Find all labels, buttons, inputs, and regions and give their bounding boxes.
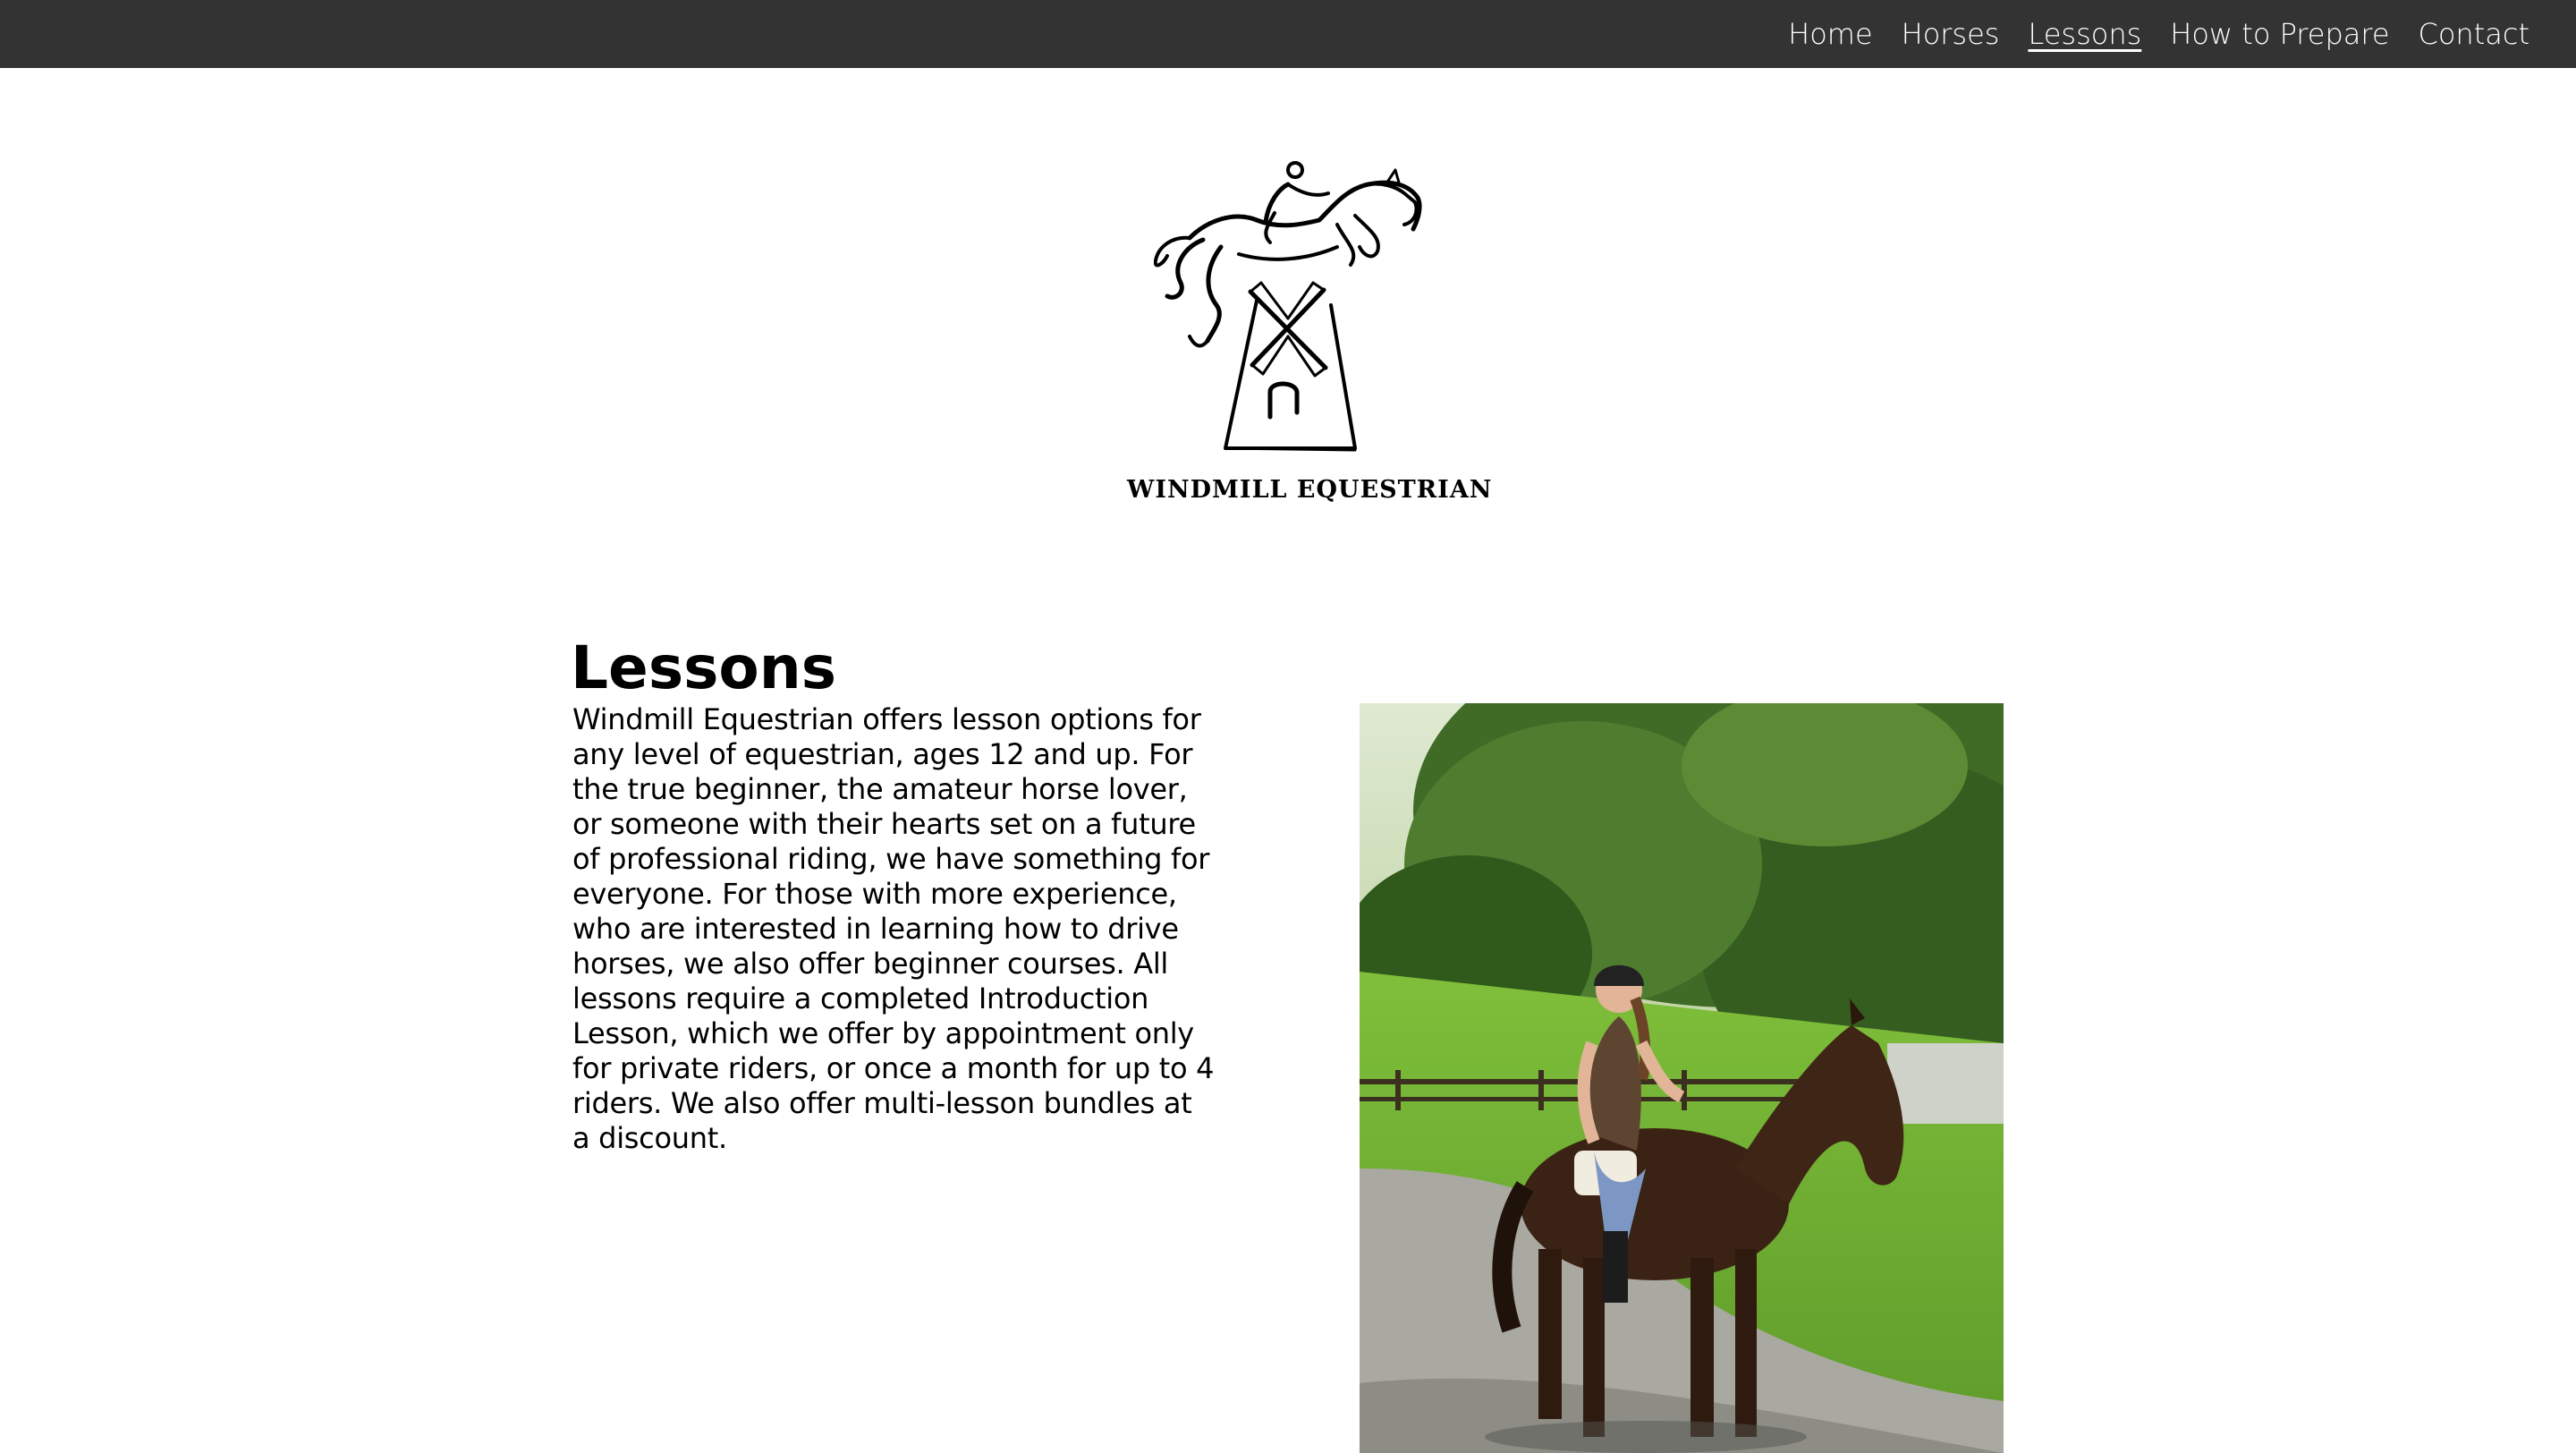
nav-lessons-link[interactable]: Lessons [2028, 17, 2141, 51]
nav-home-link[interactable]: Home [1788, 17, 1873, 51]
rider-horse-photo [1360, 703, 2004, 1453]
photo-illustration [1360, 703, 2004, 1453]
site-logo[interactable]: WINDMILL EQUESTRIAN [1127, 157, 1493, 504]
logo-text: WINDMILL EQUESTRIAN [1127, 476, 1493, 504]
main-nav: Home Horses Lessons How to Prepare Conta… [1788, 0, 2529, 68]
horse-windmill-logo-icon [1154, 161, 1422, 452]
nav-how-to-prepare-link[interactable]: How to Prepare [2170, 17, 2389, 51]
nav-contact-link[interactable]: Contact [2419, 17, 2530, 51]
lessons-description: Windmill Equestrian offers lesson option… [572, 702, 1215, 1155]
nav-horses-link[interactable]: Horses [1902, 17, 2000, 51]
top-nav-bar: Home Horses Lessons How to Prepare Conta… [0, 0, 2576, 68]
page-title: Lessons [571, 633, 836, 702]
